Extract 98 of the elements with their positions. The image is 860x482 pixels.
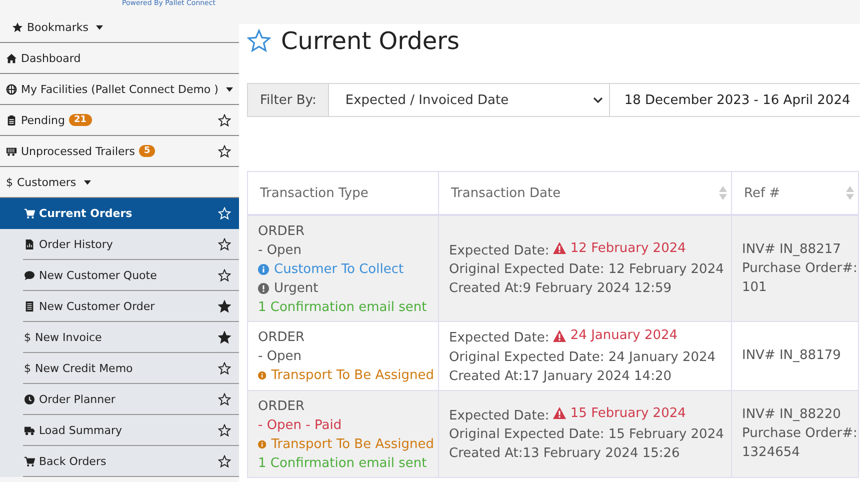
sidebar-item-label: Customers xyxy=(17,176,76,188)
sidebar-item-label: Order Planner xyxy=(39,392,116,406)
sidebar-item[interactable]: My Facilities (Pallet Connect Demo ) xyxy=(0,74,239,105)
sort-icon xyxy=(719,186,727,200)
outline-star-icon[interactable] xyxy=(218,114,231,126)
sidebar-item-label: New Customer Quote xyxy=(39,268,157,282)
sidebar-item[interactable]: Bookmarks xyxy=(0,12,239,43)
sidebar-item[interactable]: New Customer Quote xyxy=(0,260,239,291)
original-date-text: Original Expected Date: 12 February 2024 xyxy=(449,262,724,278)
cart-icon xyxy=(24,208,35,218)
star-icon xyxy=(12,22,23,32)
dollar-icon: $ xyxy=(24,362,31,374)
sidebar-item[interactable]: Pending 21 xyxy=(0,105,239,136)
count-badge: 21 xyxy=(68,114,92,126)
reference-text: Purchase Order#: xyxy=(742,425,858,443)
date-label: Expected Date: xyxy=(449,243,550,258)
speech-bubble-icon xyxy=(24,270,35,280)
outline-star-icon[interactable] xyxy=(218,144,231,158)
sidebar-item-label: New Credit Memo xyxy=(35,362,133,374)
sidebar-item[interactable]: $ New Invoice xyxy=(0,322,239,353)
sidebar-item[interactable]: $ New Credit Memo xyxy=(0,353,239,384)
date-label: Expected Date: xyxy=(449,408,550,424)
status-text: Transport To Be Assigned xyxy=(271,367,434,386)
status-text: ORDER xyxy=(258,398,305,416)
reference-text: INV# IN_88217 xyxy=(742,241,841,259)
home-icon xyxy=(6,52,17,64)
sidebar-item[interactable]: Order Planner xyxy=(0,384,239,415)
status-text: - Open - Paid xyxy=(258,416,342,434)
created-at-text: Created At:17 January 2024 14:20 xyxy=(449,368,672,384)
expected-date: 12 February 2024 xyxy=(570,240,686,258)
dollar-icon: $ xyxy=(24,330,31,344)
truck-icon xyxy=(24,424,35,436)
created-at-text: Created At:13 February 2024 15:26 xyxy=(449,446,680,462)
info-circle-icon xyxy=(258,370,266,382)
sidebar-item-label: Load Summary xyxy=(39,424,122,436)
warning-triangle-icon xyxy=(553,407,566,420)
reference-text: 1324654 xyxy=(742,444,800,462)
cart-icon xyxy=(24,456,35,466)
reference-text: INV# IN_88179 xyxy=(742,347,841,366)
status-text: - Open xyxy=(258,348,302,366)
page-title: Current Orders xyxy=(281,27,460,55)
exclamation-circle-icon xyxy=(258,283,269,294)
outline-star-icon[interactable] xyxy=(218,238,231,250)
sidebar-item-label: Unprocessed Trailers xyxy=(21,144,136,158)
sidebar-item[interactable]: Order History xyxy=(0,229,239,260)
created-at-text: Created At:9 February 2024 12:59 xyxy=(449,281,672,296)
sidebar-item-label: New Invoice xyxy=(35,330,102,344)
filled-star-icon[interactable] xyxy=(218,300,231,312)
reference-text: INV# IN_88220 xyxy=(742,406,841,424)
sidebar-item-label: Dashboard xyxy=(21,52,81,64)
sidebar-item[interactable]: Load Summary xyxy=(0,415,239,446)
sidebar-item[interactable]: New Customer Order xyxy=(0,291,239,322)
status-text: 1 Confirmation email sent xyxy=(258,299,427,317)
clipboard-icon xyxy=(6,114,17,126)
sidebar-item-label: Current Orders xyxy=(39,206,132,220)
reference-text: 101 xyxy=(742,279,767,297)
sidebar-item[interactable]: Unprocessed Trailers 5 xyxy=(0,136,239,167)
warning-triangle-icon xyxy=(553,330,566,342)
sidebar-item[interactable]: Current Orders xyxy=(0,198,239,229)
sidebar-item-label: Order History xyxy=(39,238,113,250)
reference-text: Purchase Order#: xyxy=(742,260,858,278)
globe-icon xyxy=(6,84,17,94)
original-date-text: Original Expected Date: 15 February 2024 xyxy=(449,427,724,442)
sidebar-item-label: Bookmarks xyxy=(27,20,88,34)
sidebar-item-label: My Facilities (Pallet Connect Demo ) xyxy=(21,82,218,96)
sort-icon xyxy=(846,186,854,200)
status-text: ORDER xyxy=(258,223,305,241)
status-text: ORDER xyxy=(258,329,305,348)
dollar-icon: $ xyxy=(6,176,13,188)
status-text: 1 Confirmation email sent xyxy=(258,454,427,472)
outline-star-icon[interactable] xyxy=(218,424,231,436)
sidebar-item-label: Back Orders xyxy=(39,454,106,468)
document-icon xyxy=(24,238,35,250)
status-text: - Open xyxy=(258,242,302,260)
sidebar-item-label: New Customer Order xyxy=(39,300,155,312)
trailer-icon xyxy=(6,146,17,156)
outline-star-icon[interactable] xyxy=(218,268,231,282)
expected-date: 15 February 2024 xyxy=(570,404,686,423)
status-text: Urgent xyxy=(274,280,318,298)
original-date-text: Original Expected Date: 24 January 2024 xyxy=(449,350,716,364)
outline-star-icon[interactable] xyxy=(247,29,271,53)
outline-star-icon[interactable] xyxy=(218,392,231,406)
warning-triangle-icon xyxy=(553,242,566,254)
filled-star-icon[interactable] xyxy=(218,330,231,344)
sidebar-item[interactable]: Dashboard xyxy=(0,43,239,74)
outline-star-icon[interactable] xyxy=(218,454,231,468)
outline-star-icon[interactable] xyxy=(218,362,231,374)
expected-date: 24 January 2024 xyxy=(570,327,678,345)
status-text: Customer To Collect xyxy=(274,261,404,279)
list-icon xyxy=(24,300,35,312)
status-text: Transport To Be Assigned xyxy=(271,436,434,454)
clock-icon xyxy=(24,394,35,404)
info-circle-icon xyxy=(258,264,269,275)
count-badge: 5 xyxy=(139,145,156,157)
info-circle-icon xyxy=(258,438,266,450)
sidebar-item-label: Pending xyxy=(21,114,65,126)
sidebar-item[interactable]: Back Orders xyxy=(0,446,239,477)
date-label: Expected Date: xyxy=(449,330,550,346)
